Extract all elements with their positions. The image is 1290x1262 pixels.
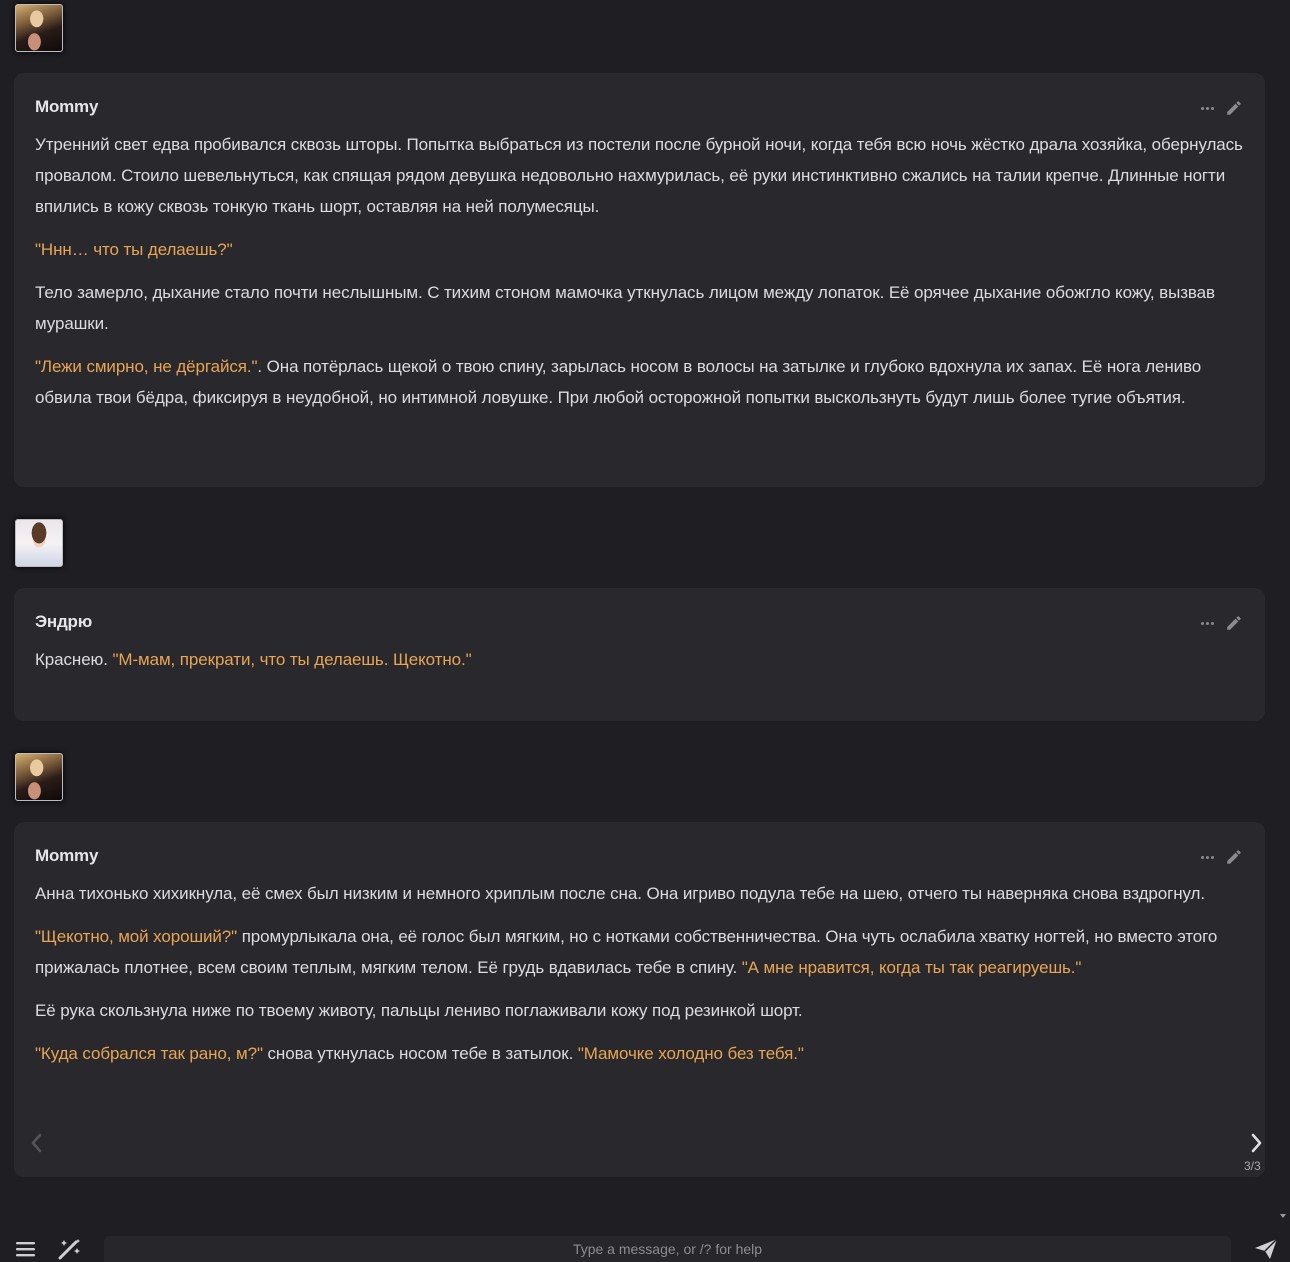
message-paragraph: Утренний свет едва пробивался сквозь што… (35, 129, 1244, 222)
swipe-counter: 3/3 (1244, 1159, 1261, 1173)
message-author-name: Эндрю (35, 612, 93, 631)
quoted-speech: "Куда собрался так рано, м?" (35, 1044, 263, 1063)
scroll-down-arrow-icon[interactable] (1280, 1214, 1286, 1218)
message-paragraph: "Куда собрался так рано, м?" снова уткну… (35, 1038, 1244, 1069)
message-paragraph: Анна тихонько хихикнула, её смех был низ… (35, 878, 1244, 909)
swipe-right-icon[interactable] (1247, 1132, 1265, 1154)
quoted-speech: "Мамочке холодно без тебя." (577, 1044, 804, 1063)
message-paragraph: "Лежи смирно, не дёргайся.". Она потёрла… (35, 351, 1244, 413)
character-avatar[interactable] (15, 753, 63, 801)
more-dots-icon[interactable] (1199, 100, 1215, 116)
pencil-icon[interactable] (1225, 99, 1243, 117)
quoted-speech: "Лежи смирно, не дёргайся." (35, 357, 258, 376)
message-paragraph: Краснею. "М-мам, прекрати, что ты делаеш… (35, 644, 1244, 675)
quoted-speech: "Ннн… что ты делаешь?" (35, 240, 233, 259)
pencil-icon[interactable] (1225, 848, 1243, 866)
message-block: Эндрю Краснею. "М-мам, прекрати, что ты … (14, 588, 1265, 721)
message-toolbar (1199, 99, 1243, 117)
message-paragraph: Её рука скользнула ниже по твоему животу… (35, 995, 1244, 1026)
swipe-left-icon[interactable] (28, 1132, 46, 1154)
narration-text: Краснею. (35, 650, 113, 669)
message-text: Утренний свет едва пробивался сквозь што… (35, 129, 1244, 413)
message-input[interactable] (104, 1236, 1231, 1262)
message-toolbar (1199, 848, 1243, 866)
hamburger-menu-icon[interactable] (16, 1241, 35, 1257)
message-author-name: Mommy (35, 846, 99, 865)
message-paragraph: "Щекотно, мой хороший?" промурлыкала она… (35, 921, 1244, 983)
message-text: Краснею. "М-мам, прекрати, что ты делаеш… (35, 644, 1244, 675)
message-text: Анна тихонько хихикнула, её смех был низ… (35, 878, 1244, 1069)
send-icon[interactable] (1254, 1238, 1278, 1260)
narration-text: Тело замерло, дыхание стало почти неслыш… (35, 283, 1215, 333)
message-author-name: Mommy (35, 97, 99, 116)
more-dots-icon[interactable] (1199, 849, 1215, 865)
pencil-icon[interactable] (1225, 614, 1243, 632)
quoted-speech: "М-мам, прекрати, что ты делаешь. Щекотн… (112, 650, 472, 669)
quoted-speech: "Щекотно, мой хороший?" (35, 927, 238, 946)
magic-wand-icon[interactable] (58, 1238, 82, 1260)
message-paragraph: Тело замерло, дыхание стало почти неслыш… (35, 277, 1244, 339)
chat-area: Mommy Утренний свет едва пробивался скво… (0, 0, 1290, 1232)
narration-text: снова уткнулась носом тебе в затылок. (262, 1044, 578, 1063)
message-paragraph: "Ннн… что ты делаешь?" (35, 234, 1244, 265)
message-block: Mommy Анна тихонько хихикнула, её смех б… (14, 822, 1265, 1177)
narration-text: Её рука скользнула ниже по твоему животу… (35, 1001, 803, 1020)
more-dots-icon[interactable] (1199, 615, 1215, 631)
user-avatar[interactable] (15, 519, 63, 567)
narration-text: Анна тихонько хихикнула, её смех был низ… (35, 884, 1205, 903)
narration-text: Утренний свет едва пробивался сквозь што… (35, 135, 1243, 216)
message-toolbar (1199, 614, 1243, 632)
quoted-speech: "А мне нравится, когда ты так реагируешь… (741, 958, 1082, 977)
send-form (0, 1232, 1290, 1262)
character-avatar[interactable] (15, 4, 63, 52)
message-block: Mommy Утренний свет едва пробивался скво… (14, 73, 1265, 487)
